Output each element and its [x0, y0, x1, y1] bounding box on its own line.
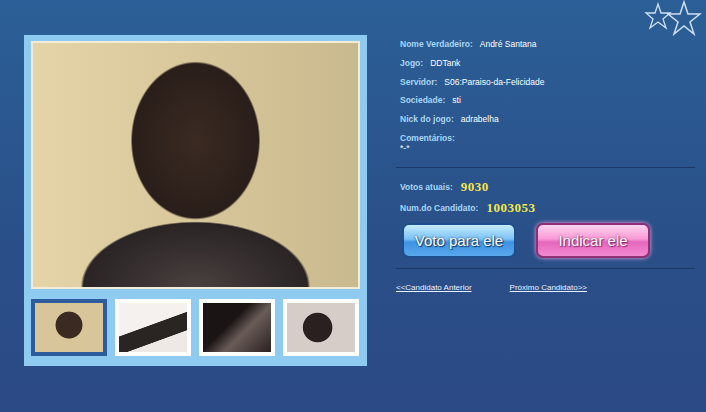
candidate-page: Nome Verdadeiro: André SantanaJogo: DDTa…: [0, 0, 706, 412]
stars-icon: [640, 0, 702, 44]
info-label: Nick do jogo:: [400, 114, 454, 124]
info-label: Nome Verdadeiro:: [400, 39, 473, 49]
photo-gallery: [24, 35, 367, 366]
comments-label: Comentários:: [400, 133, 455, 143]
info-value: DDTank: [430, 58, 460, 68]
vote-button[interactable]: Voto para ele: [402, 223, 516, 258]
stat-row: Num.do Candidato: 1003053: [400, 197, 695, 218]
info-row: Nick do jogo: adrabelha: [400, 110, 695, 129]
info-row: Sociedade: sti: [400, 91, 695, 110]
stat-value: 1003053: [486, 200, 535, 216]
divider: [396, 167, 695, 168]
comments-row: Comentários:: [400, 128, 695, 147]
info-label: Servidor:: [400, 77, 437, 87]
stat-row: Votos atuais: 9030: [400, 176, 695, 197]
info-value: adrabelha: [461, 114, 499, 124]
thumbnail-row: [31, 299, 360, 356]
info-label: Sociedade:: [400, 95, 445, 105]
stat-label: Votos atuais:: [400, 182, 453, 192]
divider: [396, 268, 695, 269]
comments-value: *-*: [400, 143, 695, 157]
thumbnail[interactable]: [199, 299, 275, 356]
nav-link[interactable]: Próximo Candidato>>: [510, 283, 587, 292]
main-photo: [31, 41, 360, 289]
nominate-button[interactable]: Indicar ele: [536, 223, 650, 258]
info-row: Nome Verdadeiro: André Santana: [400, 35, 695, 54]
stat-value: 9030: [461, 179, 489, 195]
info-label: Jogo:: [400, 58, 423, 68]
info-value: André Santana: [480, 39, 537, 49]
info-row: Servidor: S06:Paraiso-da-Felicidade: [400, 72, 695, 91]
info-panel: Nome Verdadeiro: André SantanaJogo: DDTa…: [398, 35, 695, 292]
thumbnail[interactable]: [115, 299, 191, 356]
stat-label: Num.do Candidato:: [400, 203, 478, 213]
thumbnail[interactable]: [283, 299, 359, 356]
thumbnail[interactable]: [31, 299, 107, 356]
nav-link[interactable]: <<Candidato Anterior: [396, 283, 472, 292]
info-value: sti: [452, 95, 461, 105]
info-value: S06:Paraiso-da-Felicidade: [444, 77, 544, 87]
info-row: Jogo: DDTank: [400, 54, 695, 73]
